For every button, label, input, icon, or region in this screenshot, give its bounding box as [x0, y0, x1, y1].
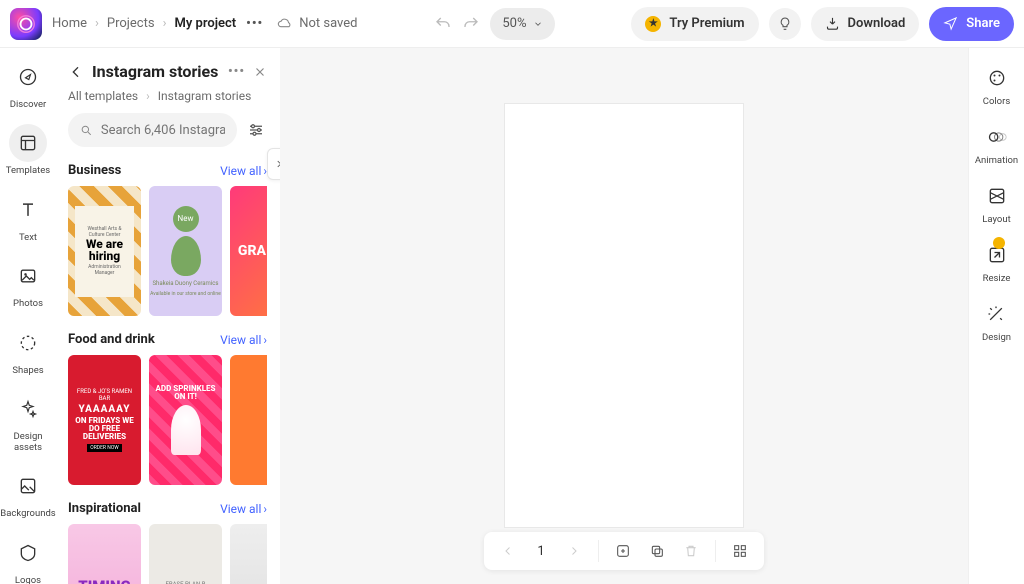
- duplicate-page-button[interactable]: [643, 537, 671, 565]
- delete-page-button[interactable]: [677, 537, 705, 565]
- add-page-button[interactable]: [609, 537, 637, 565]
- palette-icon: [987, 68, 1007, 88]
- page-number: 1: [528, 544, 554, 559]
- template-thumb[interactable]: Westhall Arts & Culture Center We are hi…: [68, 186, 141, 316]
- plus-square-icon: [615, 543, 631, 559]
- sidebar-item-text[interactable]: Text: [2, 191, 54, 243]
- breadcrumb: Home › Projects › My project: [52, 16, 236, 31]
- search-icon: [80, 123, 93, 138]
- grid-view-button[interactable]: [726, 537, 754, 565]
- chevron-down-icon: [533, 19, 543, 29]
- view-all-inspirational[interactable]: View all ›: [220, 502, 267, 516]
- sidebar-item-templates[interactable]: Templates: [2, 124, 54, 176]
- chevron-right-icon: ›: [163, 16, 167, 31]
- text-icon: [18, 200, 38, 220]
- sidebar-item-design-assets[interactable]: Design assets: [2, 390, 54, 453]
- more-options-button[interactable]: •••: [246, 16, 263, 31]
- chevron-left-icon: [502, 545, 514, 557]
- view-all-food[interactable]: View all ›: [220, 333, 267, 347]
- templates-panel: Instagram stories ••• All templates › In…: [56, 48, 280, 584]
- save-status: Not saved: [277, 16, 357, 32]
- templates-list[interactable]: Business View all › Westhall Arts & Cult…: [56, 159, 279, 584]
- template-thumb[interactable]: New Shakeia Duony Ceramics Available in …: [149, 186, 222, 316]
- sidebar-item-backgrounds[interactable]: Backgrounds: [2, 467, 54, 519]
- artboard[interactable]: [505, 104, 743, 527]
- view-all-business[interactable]: View all ›: [220, 164, 267, 178]
- right-rail-design[interactable]: Design: [982, 300, 1011, 343]
- try-premium-button[interactable]: ★ Try Premium: [631, 7, 758, 41]
- cloud-icon: [277, 16, 293, 32]
- prev-page-button[interactable]: [494, 537, 522, 565]
- grid-icon: [732, 543, 748, 559]
- category-title: Food and drink: [68, 332, 155, 347]
- sidebar-item-photos[interactable]: Photos: [2, 257, 54, 309]
- compass-icon: [18, 67, 38, 87]
- zoom-select[interactable]: 50%: [490, 8, 554, 40]
- right-rail-layout[interactable]: Layout: [982, 182, 1010, 225]
- chevron-right-icon: [568, 545, 580, 557]
- app-logo[interactable]: [10, 8, 42, 40]
- backgrounds-icon: [18, 476, 38, 496]
- templates-icon: [18, 133, 38, 153]
- template-thumb[interactable]: ADD SPRINKLES ON IT!: [149, 355, 222, 485]
- panel-more-button[interactable]: •••: [228, 64, 245, 79]
- category-title: Inspirational: [68, 501, 141, 516]
- trash-icon: [683, 543, 699, 559]
- panel-breadcrumb-root[interactable]: All templates: [68, 89, 138, 103]
- template-thumb[interactable]: [230, 355, 267, 485]
- sidebar-item-discover[interactable]: Discover: [2, 58, 54, 110]
- download-icon: [825, 16, 840, 31]
- right-rail-animation[interactable]: Animation: [975, 123, 1018, 166]
- filters-button[interactable]: [245, 119, 267, 141]
- main-area: Discover Templates Text Photos Shapes De…: [0, 48, 1024, 584]
- redo-button[interactable]: [462, 15, 480, 33]
- lightbulb-icon: [777, 16, 793, 32]
- breadcrumb-current[interactable]: My project: [174, 16, 236, 31]
- logo-icon: [18, 543, 38, 563]
- sidebar-item-logos[interactable]: Logos: [2, 534, 54, 584]
- send-icon: [943, 16, 958, 31]
- chevron-right-icon: ›: [95, 16, 99, 31]
- canvas-area[interactable]: 1: [280, 48, 968, 584]
- undo-button[interactable]: [434, 15, 452, 33]
- sliders-icon: [247, 121, 265, 139]
- premium-badge-icon: [993, 237, 1005, 249]
- breadcrumb-home[interactable]: Home: [52, 16, 87, 31]
- share-button[interactable]: Share: [929, 7, 1014, 41]
- download-button[interactable]: Download: [811, 7, 920, 41]
- back-button[interactable]: [68, 64, 84, 80]
- template-thumb[interactable]: FRED & JO'S RAMEN BAR YAAAAAY ON FRIDAYS…: [68, 355, 141, 485]
- template-thumb[interactable]: [230, 524, 267, 584]
- template-search-input[interactable]: [68, 113, 237, 147]
- left-icon-rail: Discover Templates Text Photos Shapes De…: [0, 48, 56, 584]
- wand-icon: [986, 304, 1006, 324]
- close-panel-button[interactable]: [253, 65, 267, 79]
- page-controls: 1: [484, 532, 764, 570]
- shapes-icon: [18, 333, 38, 353]
- image-icon: [18, 266, 38, 286]
- right-rail-colors[interactable]: Colors: [983, 64, 1011, 107]
- sidebar-item-shapes[interactable]: Shapes: [2, 324, 54, 376]
- premium-icon: ★: [645, 16, 661, 32]
- breadcrumb-projects[interactable]: Projects: [107, 16, 155, 31]
- layout-icon: [987, 186, 1007, 206]
- right-rail: Colors Animation Layout Resize Design: [968, 48, 1024, 584]
- sparkles-icon: [18, 399, 38, 419]
- panel-title: Instagram stories: [92, 62, 220, 81]
- panel-breadcrumb: All templates › Instagram stories: [56, 85, 279, 113]
- template-thumb[interactable]: TIMING IS: [68, 524, 141, 584]
- help-button[interactable]: [769, 8, 801, 40]
- category-title: Business: [68, 163, 121, 178]
- template-thumb[interactable]: ERASE PLAN B PLAN A: [149, 524, 222, 584]
- template-thumb[interactable]: GRA DES: [230, 186, 267, 316]
- next-page-button[interactable]: [560, 537, 588, 565]
- top-bar: Home › Projects › My project ••• Not sav…: [0, 0, 1024, 48]
- animation-icon: [987, 127, 1007, 147]
- panel-breadcrumb-current: Instagram stories: [158, 89, 252, 103]
- chevron-right-icon: ›: [146, 89, 150, 103]
- right-rail-resize[interactable]: Resize: [983, 241, 1011, 284]
- copy-icon: [649, 543, 665, 559]
